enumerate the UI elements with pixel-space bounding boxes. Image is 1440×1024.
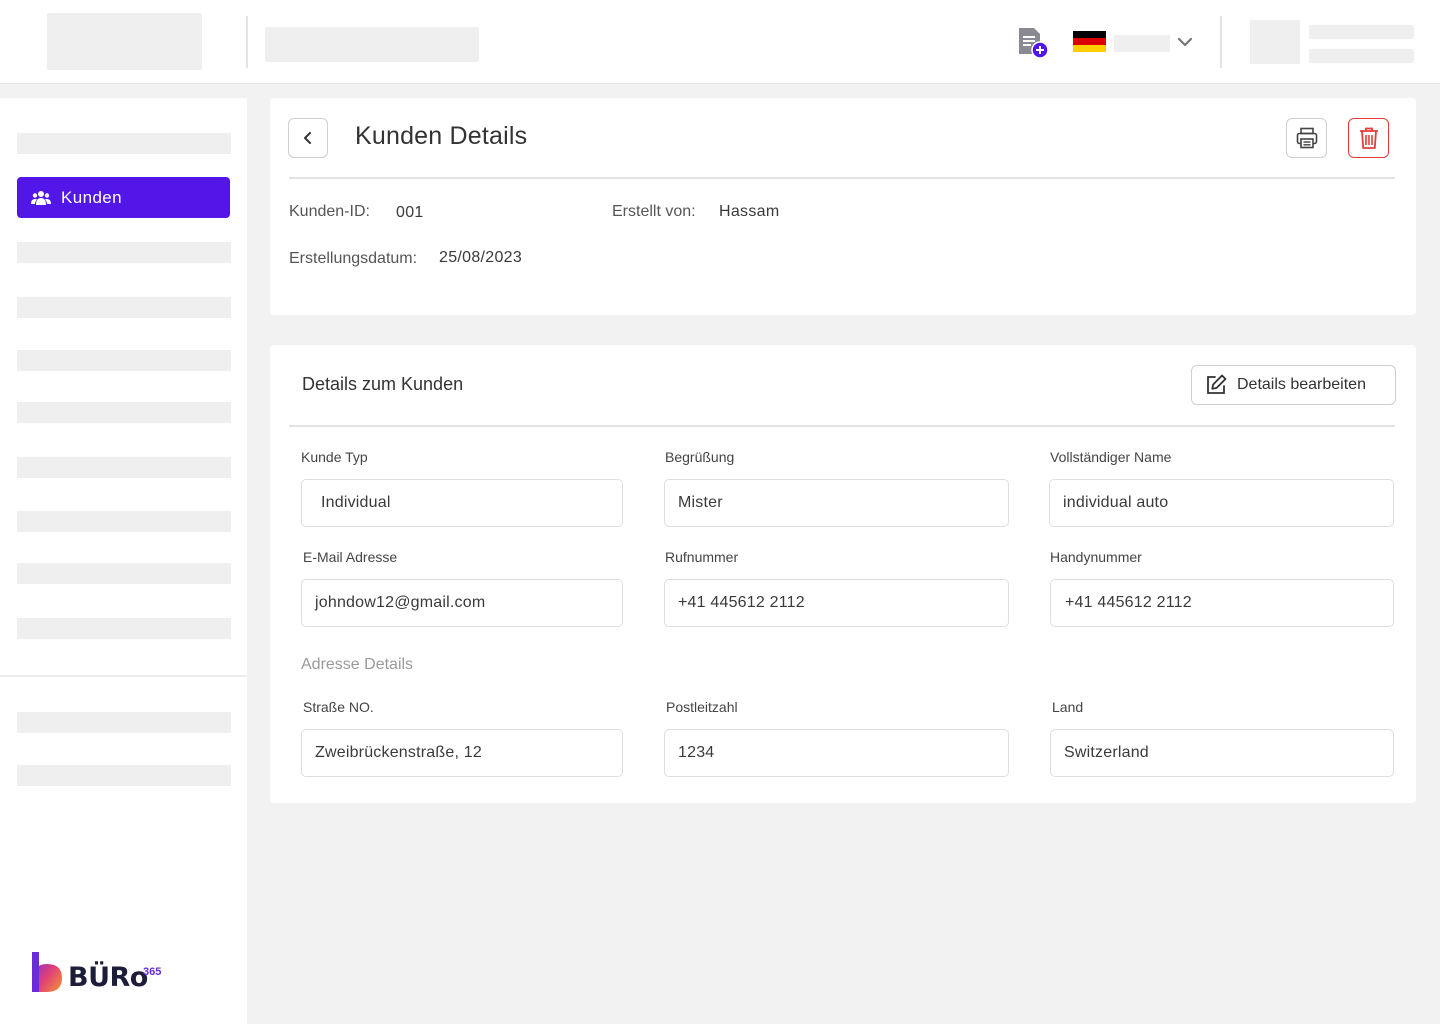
divider — [289, 177, 1395, 179]
user-name-placeholder — [1309, 25, 1414, 39]
address-section-title: Adresse Details — [301, 656, 414, 673]
customer-id-label: Kunden-ID: — [289, 203, 370, 220]
email-field[interactable]: johndow12@gmail.com — [301, 579, 623, 627]
sidebar-item-placeholder[interactable] — [17, 457, 231, 478]
logo-superscript: 365 — [143, 966, 162, 978]
sidebar-item-placeholder[interactable] — [17, 242, 231, 263]
sidebar-divider — [0, 675, 247, 677]
email-label: E-Mail Adresse — [303, 549, 398, 565]
logo-text: BÜRo — [68, 962, 148, 993]
sidebar-item-placeholder[interactable] — [17, 350, 231, 371]
header-divider — [246, 16, 248, 68]
header-logo-placeholder — [47, 13, 202, 70]
users-icon — [31, 190, 51, 205]
edit-details-button[interactable]: Details bearbeiten — [1191, 365, 1396, 405]
salutation-label: Begrüßung — [665, 449, 735, 465]
country-field[interactable]: Switzerland — [1050, 729, 1394, 777]
country-label: Land — [1052, 699, 1084, 715]
edit-icon — [1207, 374, 1227, 394]
mobile-label: Handynummer — [1050, 549, 1142, 565]
header-divider-right — [1220, 16, 1222, 68]
sidebar: Kunden BÜRo 365 — [0, 98, 247, 1024]
created-by-label: Erstellt von: — [612, 203, 696, 220]
sidebar-item-kunden[interactable]: Kunden — [17, 177, 230, 218]
sidebar-item-placeholder[interactable] — [17, 618, 231, 639]
page-title: Kunden Details — [355, 122, 528, 150]
sidebar-item-placeholder[interactable] — [17, 297, 231, 318]
customer-id-value: 001 — [396, 204, 424, 221]
trash-icon — [1359, 127, 1378, 149]
sidebar-item-placeholder[interactable] — [17, 511, 231, 532]
customer-type-label: Kunde Typ — [301, 449, 368, 465]
full-name-label: Vollständiger Name — [1050, 449, 1172, 465]
print-button[interactable] — [1286, 118, 1327, 158]
sidebar-item-placeholder[interactable] — [17, 133, 231, 154]
note-add-icon[interactable] — [1016, 26, 1050, 60]
created-by-value: Hassam — [719, 203, 780, 220]
chevron-left-icon — [304, 132, 311, 144]
delete-button[interactable] — [1348, 118, 1389, 158]
edit-details-label: Details bearbeiten — [1237, 376, 1366, 393]
phone-label: Rufnummer — [665, 549, 739, 565]
created-date-value: 25/08/2023 — [439, 249, 523, 266]
customer-details-card: Details zum Kunden Details bearbeiten Ku… — [270, 345, 1416, 803]
zip-label: Postleitzahl — [666, 699, 738, 715]
sidebar-item-placeholder[interactable] — [17, 563, 231, 584]
salutation-field[interactable]: Mister — [664, 479, 1009, 527]
street-field[interactable]: Zweibrückenstraße, 12 — [301, 729, 623, 777]
sidebar-item-placeholder[interactable] — [17, 765, 231, 786]
customer-type-field[interactable]: Individual — [301, 479, 623, 527]
user-role-placeholder — [1309, 49, 1414, 63]
zip-field[interactable]: 1234 — [664, 729, 1009, 777]
created-date-label: Erstellungsdatum: — [289, 250, 418, 267]
section-title: Details zum Kunden — [302, 374, 464, 394]
sidebar-item-placeholder[interactable] — [17, 712, 231, 733]
language-placeholder[interactable] — [1114, 35, 1170, 52]
logo-mark-icon — [32, 952, 62, 992]
street-label: Straße NO. — [303, 699, 374, 715]
divider — [289, 425, 1395, 427]
customer-header-card: Kunden Details Kunden-ID: 001 Erstellt v… — [270, 98, 1416, 315]
sidebar-item-placeholder[interactable] — [17, 402, 231, 423]
full-name-field[interactable]: individual auto — [1049, 479, 1394, 527]
mobile-field[interactable]: +41 445612 2112 — [1050, 579, 1394, 627]
printer-icon — [1296, 127, 1317, 149]
back-button[interactable] — [288, 118, 328, 158]
header-search-placeholder[interactable] — [265, 27, 479, 62]
brand-logo: BÜRo 365 — [30, 950, 170, 996]
sidebar-item-label: Kunden — [61, 187, 123, 207]
top-header — [0, 0, 1440, 84]
flag-germany-icon[interactable] — [1073, 31, 1106, 52]
avatar[interactable] — [1250, 20, 1300, 64]
phone-field[interactable]: +41 445612 2112 — [664, 579, 1009, 627]
chevron-down-icon[interactable] — [1176, 33, 1194, 51]
